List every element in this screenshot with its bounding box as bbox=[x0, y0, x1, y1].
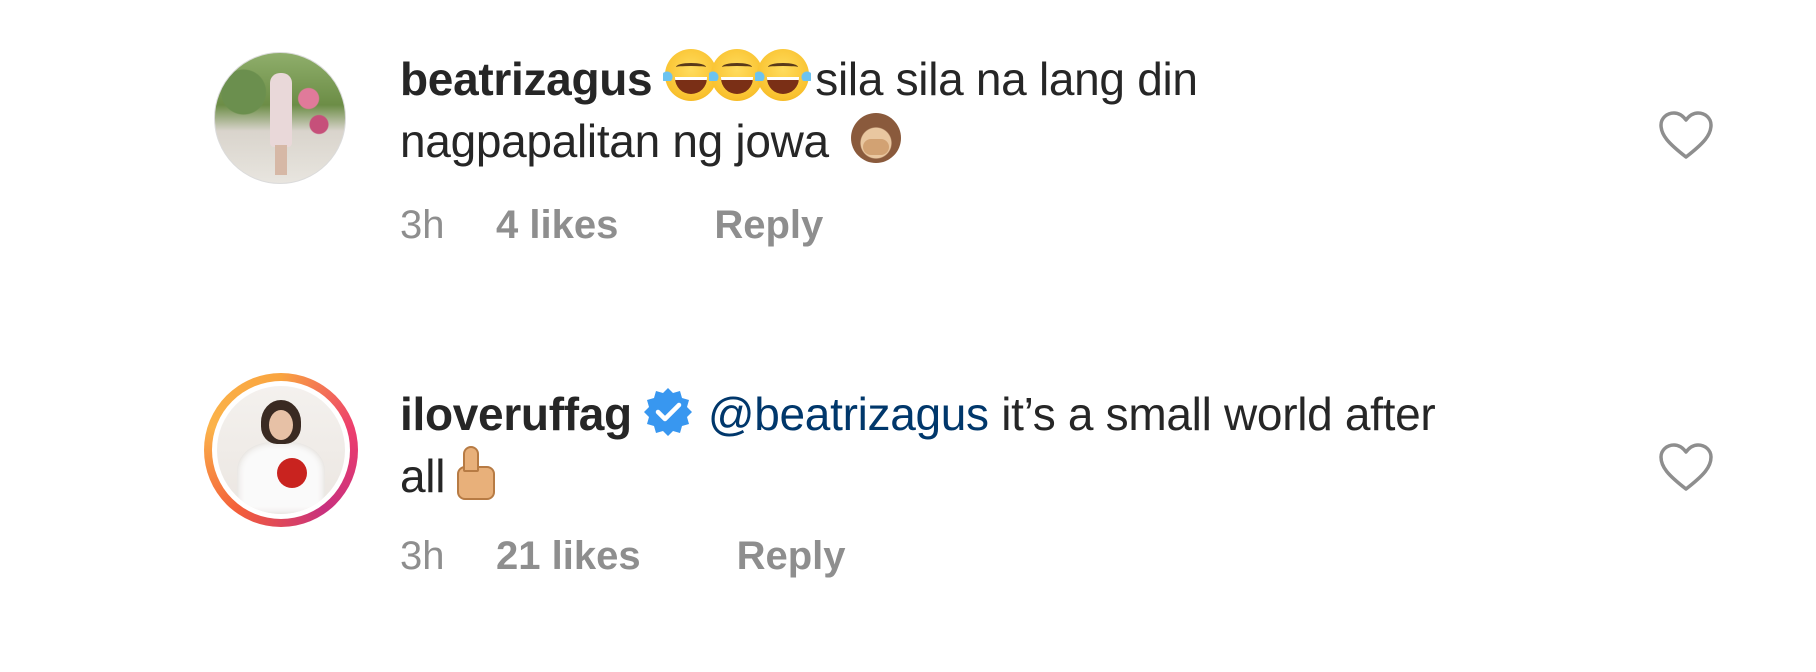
avatar-photo-legs bbox=[275, 145, 287, 175]
comment-likes-count[interactable]: 4 likes bbox=[496, 203, 618, 248]
speak-no-evil-monkey-emoji-icon bbox=[851, 113, 902, 163]
comment-meta: 3h 4 likes Reply bbox=[400, 200, 823, 250]
story-ring[interactable] bbox=[204, 373, 358, 527]
user-avatar[interactable] bbox=[214, 52, 346, 184]
comment-body: beatrizagus sila sila na lang din nagpap… bbox=[400, 48, 1620, 172]
avatar-photo-red-object bbox=[277, 458, 307, 488]
comment-text-line2: nagpapalitan ng jowa bbox=[400, 115, 829, 167]
heart-outline-icon[interactable] bbox=[1658, 111, 1714, 161]
avatar-photo-face bbox=[269, 410, 293, 440]
comment-text-line1: sila sila na lang din bbox=[802, 53, 1198, 105]
avatar-photo-figure bbox=[270, 73, 292, 147]
tears-of-joy-emoji-icon bbox=[754, 49, 811, 101]
comment-item: beatrizagus sila sila na lang din nagpap… bbox=[0, 0, 1816, 300]
reply-button[interactable]: Reply bbox=[714, 203, 823, 248]
comment-username[interactable]: beatrizagus bbox=[400, 53, 653, 105]
user-avatar[interactable] bbox=[217, 386, 345, 514]
comment-timestamp: 3h bbox=[400, 202, 445, 247]
